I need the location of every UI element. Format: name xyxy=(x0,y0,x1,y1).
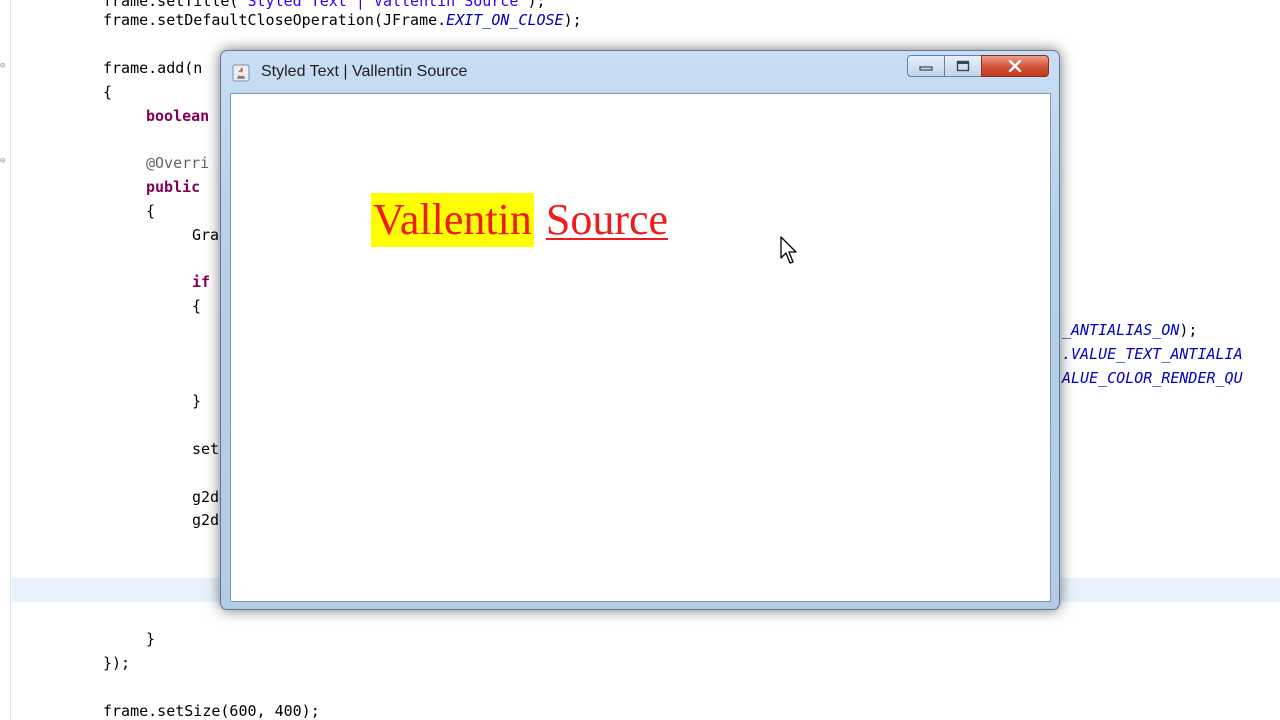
code-token: g2d xyxy=(192,511,220,529)
code-token: frame.add(n xyxy=(103,59,203,77)
code-token: .VALUE_TEXT_ANTIALIA xyxy=(1062,345,1243,363)
code-line[interactable]: frame.add(n xyxy=(103,59,202,77)
close-icon xyxy=(1008,60,1022,72)
code-line[interactable]: ALUE_COLOR_RENDER_QU xyxy=(1062,369,1243,387)
window-title: Styled Text | Vallentin Source xyxy=(261,63,468,80)
code-token: Gra xyxy=(192,226,220,244)
highlighted-word: Vallentin xyxy=(371,193,534,247)
code-line[interactable]: if xyxy=(192,273,210,291)
code-line[interactable]: set xyxy=(192,440,219,458)
code-line[interactable]: .VALUE_TEXT_ANTIALIA xyxy=(1062,345,1243,363)
code-token: } xyxy=(192,392,202,410)
code-token: frame.setTitle( xyxy=(103,0,239,10)
code-line[interactable]: public xyxy=(146,178,200,196)
minimize-button[interactable] xyxy=(907,55,945,77)
code-line[interactable]: { xyxy=(103,83,112,101)
code-line[interactable]: frame.setTitle("Styled Text | Vallentin … xyxy=(103,0,546,10)
code-token: @Overri xyxy=(146,154,210,172)
fold-marker[interactable]: ⊖ xyxy=(0,157,8,166)
code-line[interactable]: frame.setSize(600, 400); xyxy=(103,702,320,720)
code-token: public xyxy=(146,178,201,196)
code-token: { xyxy=(192,297,202,315)
code-token: boolean xyxy=(146,107,210,125)
code-line[interactable]: g2d xyxy=(192,488,219,506)
close-button[interactable] xyxy=(981,55,1049,77)
code-token: frame.setDefaultCloseOperation(JFrame. xyxy=(103,11,447,29)
code-line[interactable]: g2d xyxy=(192,511,219,529)
maximize-icon xyxy=(956,60,970,72)
code-token: } xyxy=(146,630,156,648)
code-line[interactable]: } xyxy=(146,630,155,648)
title-bar[interactable]: Styled Text | Vallentin Source xyxy=(221,51,1059,93)
minimize-icon xyxy=(919,66,933,71)
code-token: }); xyxy=(103,654,131,672)
code-token: set xyxy=(192,440,220,458)
code-line[interactable]: }); xyxy=(103,654,130,672)
code-line[interactable]: { xyxy=(192,297,201,315)
window-content-area[interactable]: Vallentin Source xyxy=(230,93,1051,602)
underlined-word: Source xyxy=(545,195,669,244)
fold-marker[interactable]: ⊖ xyxy=(0,62,8,71)
code-line[interactable]: { xyxy=(146,202,155,220)
code-token: g2d xyxy=(192,488,220,506)
code-line[interactable]: @Overri xyxy=(146,154,209,172)
mouse-cursor-icon xyxy=(780,236,797,264)
gutter-border xyxy=(10,0,11,720)
code-token: ALUE_COLOR_RENDER_QU xyxy=(1062,369,1243,387)
code-token: frame.setSize(600, 400); xyxy=(103,702,320,720)
code-line[interactable]: _ANTIALIAS_ON); xyxy=(1062,321,1197,339)
code-token: ); xyxy=(527,0,546,10)
code-line[interactable]: frame.setDefaultCloseOperation(JFrame.EX… xyxy=(103,11,582,29)
code-token: _ANTIALIAS_ON xyxy=(1062,321,1180,339)
code-token: "Styled Text | Vallentin Source" xyxy=(238,0,528,10)
code-line[interactable]: boolean xyxy=(146,107,209,125)
code-token: EXIT_ON_CLOSE xyxy=(446,11,564,29)
code-token: ); xyxy=(1179,321,1198,339)
code-line[interactable]: } xyxy=(192,392,201,410)
code-token: ); xyxy=(563,11,582,29)
maximize-button[interactable] xyxy=(944,55,982,77)
java-app-icon xyxy=(232,64,250,82)
styled-text: Vallentin Source xyxy=(371,193,668,247)
app-window[interactable]: Styled Text | Vallentin Source Vallentin… xyxy=(220,50,1060,610)
code-token: { xyxy=(146,202,156,220)
code-token: if xyxy=(192,273,211,291)
code-line[interactable]: Gra xyxy=(192,226,219,244)
code-token: { xyxy=(103,83,113,101)
